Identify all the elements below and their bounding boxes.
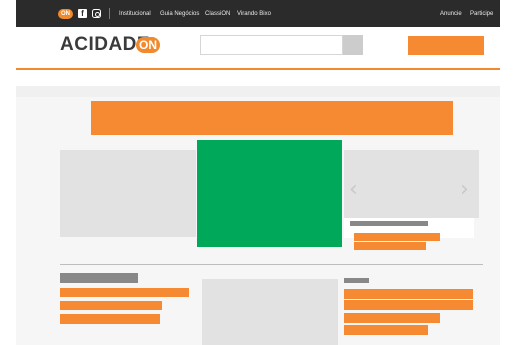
headline-line[interactable] — [344, 313, 440, 323]
headline-line[interactable] — [60, 314, 160, 324]
site-logo-badge[interactable]: ON — [136, 37, 160, 53]
headline-line[interactable] — [60, 288, 189, 297]
search-button[interactable] — [343, 35, 363, 55]
headline-line[interactable] — [344, 325, 428, 335]
headline-line[interactable] — [344, 289, 473, 299]
page-strip — [16, 86, 500, 97]
link-anuncie[interactable]: Anuncie — [440, 9, 462, 19]
section-divider — [60, 264, 483, 265]
carousel-headline-line[interactable] — [354, 242, 426, 250]
nav-link-virando-bixo[interactable]: Virando Bixo — [237, 9, 271, 19]
carousel-category-label — [350, 221, 428, 226]
chevron-left-icon[interactable]: ‹ — [349, 179, 359, 201]
section-label — [60, 273, 138, 283]
header-divider — [16, 68, 500, 70]
facebook-icon[interactable]: f — [78, 9, 87, 18]
news-card-image[interactable] — [202, 279, 338, 345]
instagram-icon[interactable] — [92, 9, 101, 18]
nav-link-guia-negocios[interactable]: Guia Negócios — [160, 9, 199, 19]
ad-banner[interactable] — [91, 101, 453, 135]
carousel-headline-line[interactable] — [354, 233, 440, 241]
nav-link-institucional[interactable]: Institucional — [119, 9, 151, 19]
search-input[interactable] — [200, 35, 343, 55]
header-cta-button[interactable] — [408, 36, 484, 55]
news-card-image[interactable] — [60, 150, 196, 237]
headline-line[interactable] — [344, 300, 473, 310]
link-participe[interactable]: Participe — [470, 9, 493, 19]
featured-card[interactable] — [197, 140, 342, 247]
section-label — [344, 278, 369, 283]
carousel-image[interactable] — [344, 150, 479, 218]
nav-link-classion[interactable]: ClassiON — [205, 9, 230, 19]
headline-line[interactable] — [60, 301, 162, 310]
brand-badge-icon[interactable]: ON — [58, 9, 73, 19]
chevron-right-icon[interactable]: › — [460, 179, 470, 201]
topbar-separator — [109, 8, 110, 19]
